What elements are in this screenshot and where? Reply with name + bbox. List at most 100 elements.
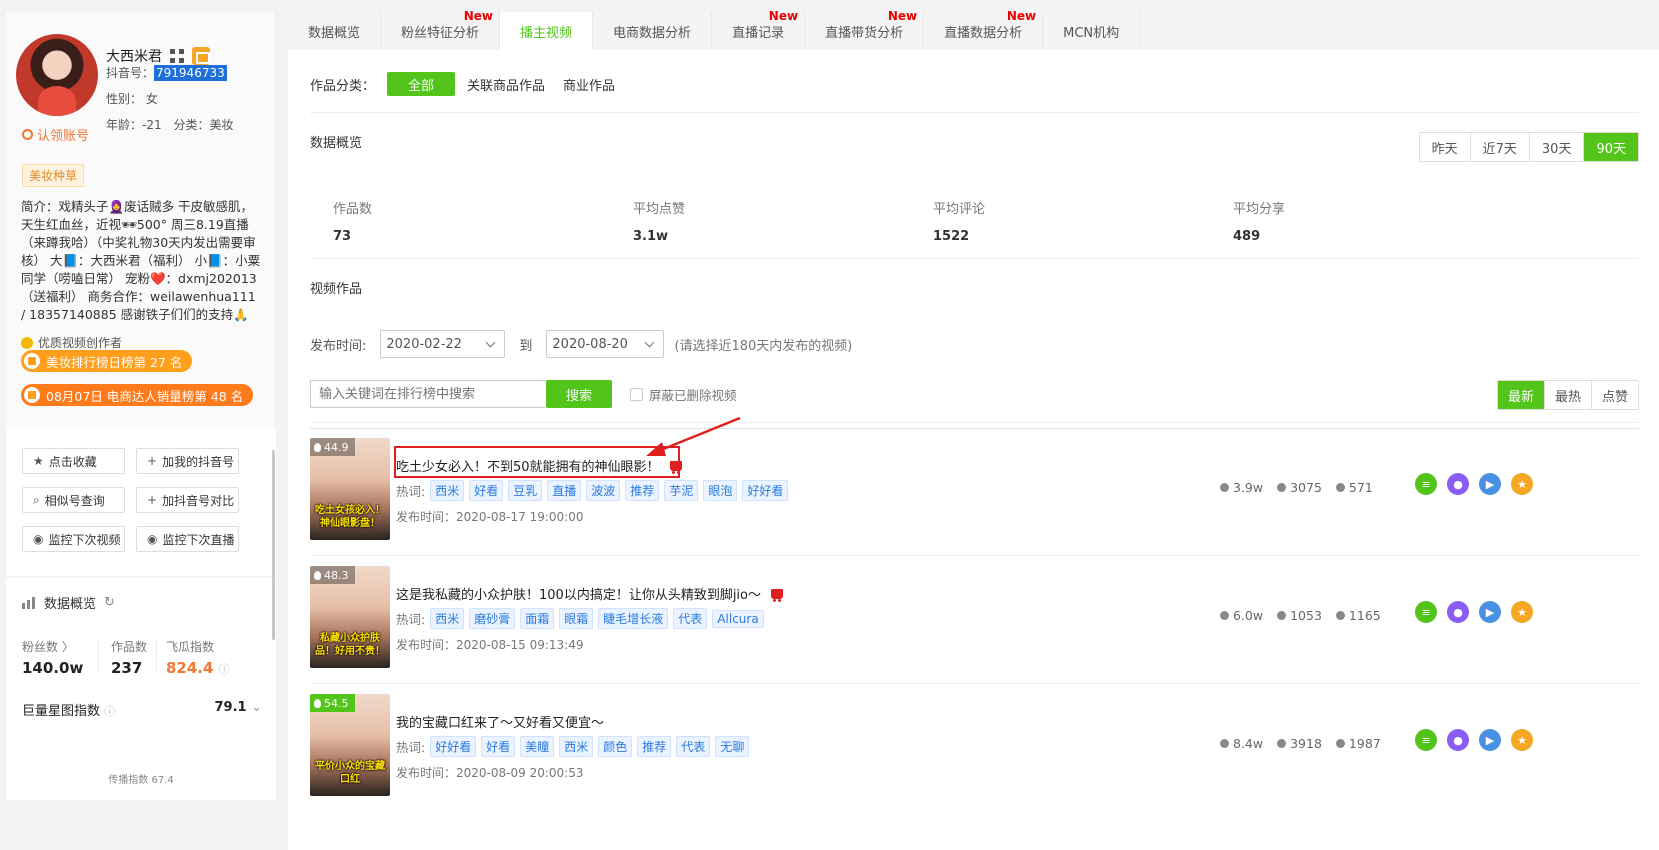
keyword-tag[interactable]: 西米 [430,480,465,501]
keyword-tag[interactable]: 磨砂膏 [469,608,516,629]
tab-mcn[interactable]: MCN机构 [1043,12,1141,50]
keyword-tag[interactable]: 西米 [559,736,594,757]
divider [156,638,157,674]
audience-icon[interactable]: ● [1447,473,1469,495]
detail-icon[interactable]: ≡ [1415,729,1437,751]
tab-live-data[interactable]: 直播数据分析 New [924,9,1044,50]
divider [98,638,99,674]
keyword-tag[interactable]: 眼泡 [703,480,738,501]
claim-account[interactable]: 认领账号 [22,125,89,144]
keyword-tag[interactable]: 美瞳 [520,736,555,757]
keyword-tag[interactable]: 代表 [673,608,708,629]
avatar[interactable] [16,34,98,116]
help-icon[interactable]: ⓘ [219,663,230,676]
detail-icon[interactable]: ≡ [1415,473,1437,495]
keyword-tag[interactable]: 好好看 [430,736,477,757]
star-index-row[interactable]: 巨量星图指数 ⓘ 79.1 ⌄ [22,700,262,719]
sort-latest[interactable]: 最新 [1497,381,1545,409]
keyword-tag[interactable]: 推荐 [637,736,672,757]
search-row: 搜索 屏蔽已删除视频 [310,380,737,408]
chevron-down-icon: ⌄ [251,700,262,715]
video-thumbnail[interactable]: 54.5 平价小众的宝藏口红 [310,694,390,796]
end-date-select[interactable]: 2020-08-20 [546,330,665,358]
sort-likes[interactable]: 点赞 [1592,381,1638,409]
cart-icon[interactable] [771,588,783,602]
rank-badge-daily[interactable]: 美妆排行榜日榜第 27 名 [21,350,193,372]
keyword-tag[interactable]: 推荐 [625,480,660,501]
add-compare-button[interactable]: + 加抖音号对比 [136,487,239,513]
add-mine-button[interactable]: + 加我的抖音号 [136,448,239,474]
plus-icon: + [147,493,158,507]
video-title[interactable]: 这是我私藏的小众护肤！100以内搞定！让你从头精致到脚jio～ [396,584,783,603]
monitor-video-button[interactable]: ◉ 监控下次视频 [22,526,125,552]
video-row[interactable]: 44.9 吃土女孩必入！神仙眼影盘！ 吃土少女必入！不到50就能拥有的神仙眼影！… [310,428,1639,556]
video-thumbnail[interactable]: 48.3 私藏小众护肤品！好用不贵！ [310,566,390,668]
hide-deleted-checkbox[interactable]: 屏蔽已删除视频 [630,385,737,404]
refresh-icon[interactable]: ↻ [104,595,115,610]
tab-overview[interactable]: 数据概览 [288,12,382,50]
stat-avg-comments: 平均评论 1522 [933,202,986,244]
monitor-live-button[interactable]: ◉ 监控下次直播 [136,526,239,552]
video-thumbnail[interactable]: 44.9 吃土女孩必入！神仙眼影盘！ [310,438,390,540]
fans-stat[interactable]: 粉丝数 〉 140.0w [22,638,83,677]
comment-icon [1277,483,1287,492]
tab-ecommerce[interactable]: 电商数据分析 [593,12,713,50]
similar-search-button[interactable]: ⌕ 相似号查询 [22,487,125,513]
keyword-tag[interactable]: 眼霜 [559,608,594,629]
play-icon[interactable]: ▶ [1479,473,1501,495]
qrcode-icon[interactable] [170,49,184,63]
keyword-tag[interactable]: 代表 [676,736,711,757]
range-90d[interactable]: 90天 [1584,133,1638,161]
video-title[interactable]: 我的宝藏口红来了～又好看又便宜～ [396,712,604,731]
audience-icon[interactable]: ● [1447,601,1469,623]
new-badge: New [768,9,799,23]
plus-icon: + [147,454,158,468]
range-7d[interactable]: 近7天 [1471,133,1530,161]
heart-icon [1220,739,1229,748]
tab-fans[interactable]: 粉丝特征分析 New [381,9,501,50]
category-all[interactable]: 全部 [387,72,456,96]
tab-live-sales[interactable]: 直播带货分析 New [805,9,925,50]
search-button[interactable]: 搜索 [546,380,612,408]
keyword-tag[interactable]: 豆乳 [508,480,543,501]
keyword-tag[interactable]: 面霜 [520,608,555,629]
start-date-select[interactable]: 2020-02-22 [380,330,506,358]
sidebar-scrollbar[interactable] [272,450,275,640]
video-title[interactable]: 吃土少女必入！不到50就能拥有的神仙眼影！ [396,456,682,475]
play-icon[interactable]: ▶ [1479,601,1501,623]
keyword-tag[interactable]: 无聊 [715,736,750,757]
rank-badge-ecommerce[interactable]: 08月07日 电商达人销量榜第 48 名 [21,384,254,406]
check-icon [21,336,33,349]
keyword-tag[interactable]: 睫毛增长液 [598,608,669,629]
video-stats: 8.4w 3918 1987 [1220,736,1381,751]
keyword-tag[interactable]: 西米 [430,608,465,629]
video-row[interactable]: 54.5 平价小众的宝藏口红 我的宝藏口红来了～又好看又便宜～ 热词: 好好看 … [310,684,1639,812]
detail-icon[interactable]: ≡ [1415,601,1437,623]
video-row[interactable]: 48.3 私藏小众护肤品！好用不贵！ 这是我私藏的小众护肤！100以内搞定！让你… [310,556,1639,684]
keyword-tag[interactable]: Allcura [712,609,764,628]
video-stats: 3.9w 3075 571 [1220,480,1373,495]
keyword-tag[interactable]: 好看 [469,480,504,501]
favorite-icon[interactable]: ★ [1511,729,1533,751]
shop-icon[interactable] [192,47,210,65]
sort-hottest[interactable]: 最热 [1545,381,1592,409]
favorite-icon[interactable]: ★ [1511,473,1533,495]
favorite-icon[interactable]: ★ [1511,601,1533,623]
collect-button[interactable]: ★ 点击收藏 [22,448,125,474]
audience-icon[interactable]: ● [1447,729,1469,751]
range-30d[interactable]: 30天 [1530,133,1585,161]
category-business[interactable]: 商业作品 [563,75,615,94]
keyword-tag[interactable]: 波波 [586,480,621,501]
keyword-tag[interactable]: 芋泥 [664,480,699,501]
play-icon[interactable]: ▶ [1479,729,1501,751]
range-yesterday[interactable]: 昨天 [1420,133,1471,161]
category-related[interactable]: 关联商品作品 [467,75,545,94]
tab-live-records[interactable]: 直播记录 New [712,9,806,50]
keyword-tag[interactable]: 好看 [481,736,516,757]
tab-videos[interactable]: 播主视频 [500,12,594,50]
keyword-tag[interactable]: 好好看 [742,480,789,501]
keyword-tag[interactable]: 直播 [547,480,582,501]
keyword-tag[interactable]: 颜色 [598,736,633,757]
search-input[interactable] [310,380,546,408]
douyin-id[interactable]: 791946733 [154,65,227,81]
